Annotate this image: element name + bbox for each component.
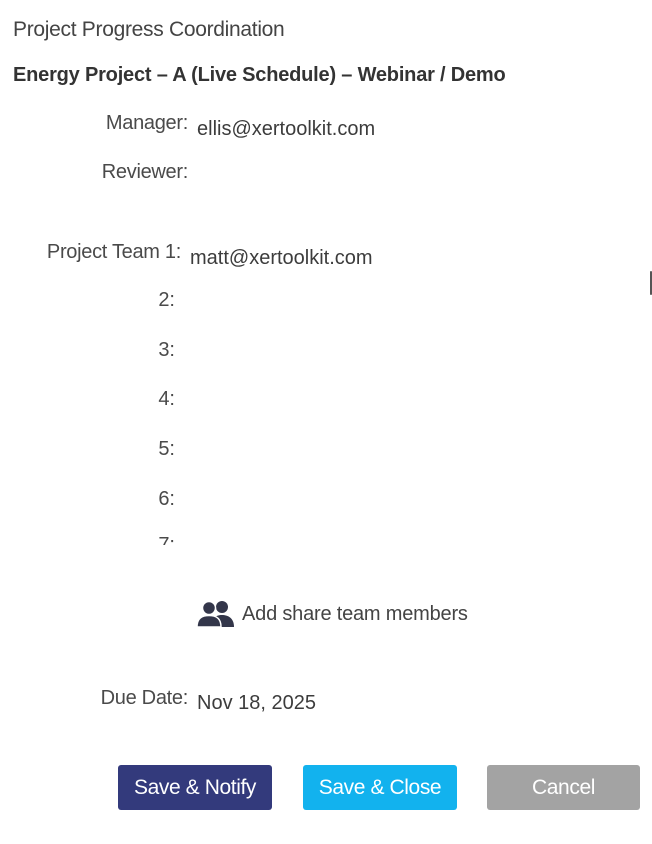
project-team-list[interactable]: Project Team 1: matt@xertoolkit.com 2: 3…: [0, 232, 652, 545]
team-member-row[interactable]: 6:: [0, 488, 645, 518]
manager-value[interactable]: ellis@xertoolkit.com: [197, 118, 375, 141]
team-member-number: 2:: [158, 289, 175, 311]
team-member-number: 6:: [158, 488, 175, 510]
due-date-value[interactable]: Nov 18, 2025: [197, 692, 316, 715]
team-member-row[interactable]: 7:: [0, 534, 645, 545]
save-notify-button[interactable]: Save & Notify: [118, 765, 272, 810]
team-member-number: 3:: [158, 339, 175, 361]
cancel-button[interactable]: Cancel: [487, 765, 640, 810]
team-member-number: 7:: [158, 534, 175, 545]
users-icon: [196, 600, 234, 628]
team-member-row[interactable]: 3:: [0, 339, 645, 369]
team-member-row[interactable]: matt@xertoolkit.com: [0, 245, 645, 275]
project-title: Energy Project – A (Live Schedule) – Web…: [13, 64, 506, 86]
team-member-email[interactable]: matt@xertoolkit.com: [190, 247, 373, 270]
team-member-number: 5:: [158, 438, 175, 460]
manager-label: Manager:: [105, 112, 188, 134]
team-member-row[interactable]: 4:: [0, 388, 645, 418]
dialog-heading: Project Progress Coordination: [13, 18, 285, 41]
add-share-label: Add share team members: [242, 602, 468, 625]
team-member-number: 4:: [158, 388, 175, 410]
save-close-button[interactable]: Save & Close: [303, 765, 457, 810]
reviewer-label: Reviewer:: [101, 161, 189, 183]
team-member-row[interactable]: 5:: [0, 438, 645, 468]
due-date-label: Due Date:: [100, 687, 189, 709]
add-share-team-members-button[interactable]: Add share team members: [196, 598, 468, 630]
team-member-row[interactable]: 2:: [0, 289, 645, 319]
